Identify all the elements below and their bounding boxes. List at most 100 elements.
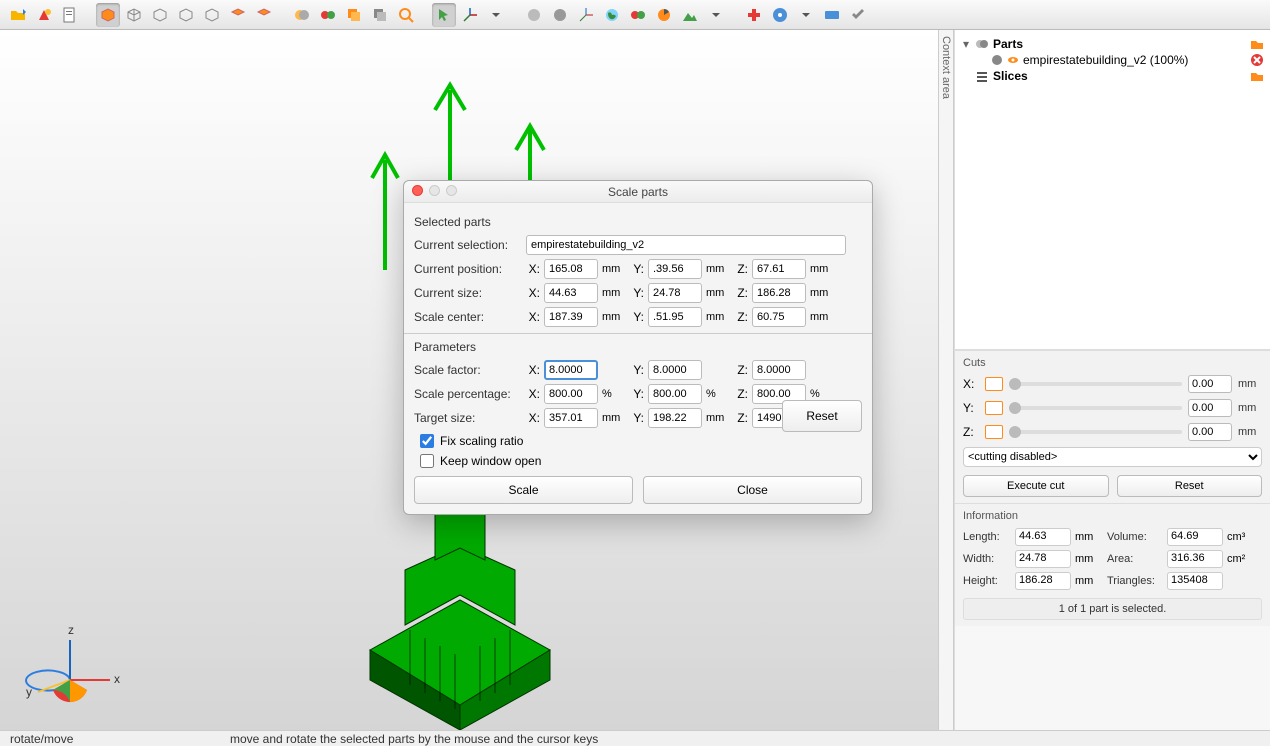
dropdown-icon[interactable]: [484, 3, 508, 27]
pct-y-input[interactable]: [648, 384, 702, 404]
view-left-icon[interactable]: [174, 3, 198, 27]
svg-text:x: x: [114, 672, 120, 686]
cut-reset-button[interactable]: Reset: [1117, 475, 1263, 497]
size-z-input[interactable]: [752, 283, 806, 303]
pos-y-input[interactable]: [648, 259, 702, 279]
cut-value-z[interactable]: [1188, 423, 1232, 441]
pos-x-input[interactable]: [544, 259, 598, 279]
view-top-icon[interactable]: [226, 3, 250, 27]
close-icon[interactable]: [412, 185, 423, 196]
check-icon[interactable]: [846, 3, 870, 27]
size-y-input[interactable]: [648, 283, 702, 303]
dropdown3-icon[interactable]: [794, 3, 818, 27]
center-y-input[interactable]: [648, 307, 702, 327]
axis-gizmo-icon[interactable]: [458, 3, 482, 27]
tree-expander-icon[interactable]: ▾: [961, 37, 971, 51]
context-area-handle[interactable]: Context area: [938, 30, 954, 730]
scale-button[interactable]: Scale: [414, 476, 633, 504]
target-y-input[interactable]: [648, 408, 702, 428]
maximize-icon[interactable]: [446, 185, 457, 196]
cut-slider-z[interactable]: [1009, 430, 1182, 434]
view-right-icon[interactable]: [200, 3, 224, 27]
open-icon[interactable]: [6, 3, 30, 27]
sphere-grey2-icon[interactable]: [548, 3, 572, 27]
info-length-value: 44.63: [1015, 528, 1071, 546]
center-z-input[interactable]: [752, 307, 806, 327]
part-icon: [991, 54, 1003, 66]
fix-ratio-checkbox[interactable]: [420, 434, 434, 448]
cut-mode-select[interactable]: <cutting disabled>: [963, 447, 1262, 467]
visibility-icon[interactable]: [1007, 54, 1019, 66]
cut-slider-x[interactable]: [1009, 382, 1182, 386]
info-triangles-value: 135408: [1167, 572, 1223, 590]
cut-toggle-x[interactable]: [985, 377, 1003, 391]
reset-button[interactable]: Reset: [782, 400, 862, 432]
view-back-icon[interactable]: [148, 3, 172, 27]
selected-parts-heading: Selected parts: [414, 215, 862, 229]
target-x-input[interactable]: [544, 408, 598, 428]
tree-parts-root[interactable]: ▾ Parts: [961, 36, 1264, 52]
center-x-input[interactable]: [544, 307, 598, 327]
cut-slider-y[interactable]: [1009, 406, 1182, 410]
keyboard-icon[interactable]: [820, 3, 844, 27]
document-icon[interactable]: [58, 3, 82, 27]
keep-open-checkbox[interactable]: [420, 454, 434, 468]
folder-icon[interactable]: [1250, 37, 1264, 51]
side-panel: ▾ Parts empirestatebuilding_v2 (100%) Sl…: [954, 30, 1270, 730]
svg-text:y: y: [26, 685, 32, 699]
tree-slices-root[interactable]: Slices: [961, 68, 1264, 84]
size-x-input[interactable]: [544, 283, 598, 303]
layers2-icon[interactable]: [368, 3, 392, 27]
execute-cut-button[interactable]: Execute cut: [963, 475, 1109, 497]
tree-item-empirestate[interactable]: empirestatebuilding_v2 (100%): [961, 52, 1264, 68]
view-iso1-icon[interactable]: [96, 3, 120, 27]
cuts-panel: Cuts X: mm Y: mm Z: mm: [955, 350, 1270, 503]
minimize-icon[interactable]: [429, 185, 440, 196]
colorballs-icon[interactable]: [626, 3, 650, 27]
tree-slices-label: Slices: [993, 69, 1246, 83]
shapes-icon[interactable]: [32, 3, 56, 27]
current-selection-input[interactable]: [526, 235, 846, 255]
view-front-icon[interactable]: [122, 3, 146, 27]
dropdown2-icon[interactable]: [704, 3, 728, 27]
remove-icon[interactable]: [1250, 53, 1264, 67]
render-shaded-icon[interactable]: [290, 3, 314, 27]
cut-value-y[interactable]: [1188, 399, 1232, 417]
factor-y-input[interactable]: [648, 360, 702, 380]
disc-icon[interactable]: [768, 3, 792, 27]
cuts-title: Cuts: [963, 357, 1262, 369]
cut-toggle-y[interactable]: [985, 401, 1003, 415]
mountain-icon[interactable]: [678, 3, 702, 27]
slices-icon: [975, 69, 989, 83]
dialog-titlebar[interactable]: Scale parts: [404, 181, 872, 203]
info-width-value: 24.78: [1015, 550, 1071, 568]
close-button[interactable]: Close: [643, 476, 862, 504]
render-multi-icon[interactable]: [316, 3, 340, 27]
info-area-value: 316.36: [1167, 550, 1223, 568]
pie-icon[interactable]: [652, 3, 676, 27]
view-bottom-icon[interactable]: [252, 3, 276, 27]
factor-x-input[interactable]: [544, 360, 598, 380]
axis2-icon[interactable]: [574, 3, 598, 27]
pos-z-input[interactable]: [752, 259, 806, 279]
cut-value-x[interactable]: [1188, 375, 1232, 393]
parts-group-icon: [975, 37, 989, 51]
sphere-grey-icon[interactable]: [522, 3, 546, 27]
context-area-label: Context area: [940, 36, 952, 99]
main-toolbar: [0, 0, 1270, 30]
status-hint: move and rotate the selected parts by th…: [230, 732, 598, 746]
info-title: Information: [963, 510, 1262, 522]
folder2-icon[interactable]: [1250, 69, 1264, 83]
globe-icon[interactable]: [600, 3, 624, 27]
status-mode: rotate/move: [10, 732, 190, 746]
dialog-title: Scale parts: [608, 185, 668, 199]
plus-icon[interactable]: [742, 3, 766, 27]
layers-icon[interactable]: [342, 3, 366, 27]
zoom-icon[interactable]: [394, 3, 418, 27]
cut-toggle-z[interactable]: [985, 425, 1003, 439]
svg-text:z: z: [68, 623, 74, 637]
pct-x-input[interactable]: [544, 384, 598, 404]
select-arrow-icon[interactable]: [432, 3, 456, 27]
info-height-value: 186.28: [1015, 572, 1071, 590]
factor-z-input[interactable]: [752, 360, 806, 380]
